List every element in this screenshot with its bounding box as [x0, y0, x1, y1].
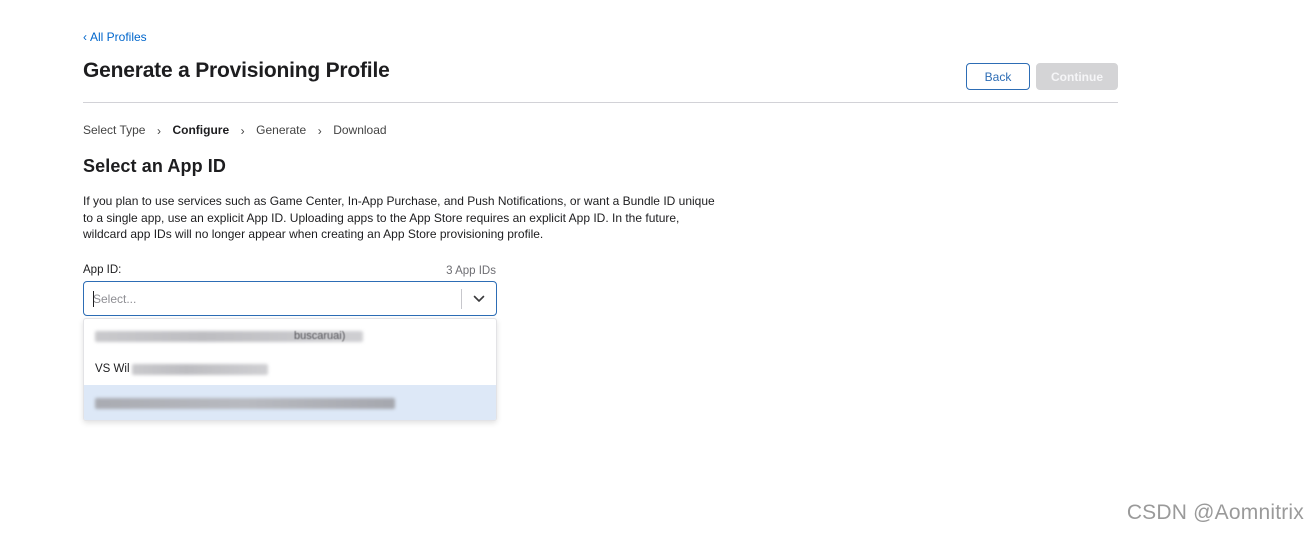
step-generate: Generate — [256, 123, 307, 137]
watermark: CSDN @Aomnitrix — [1126, 501, 1304, 524]
all-profiles-link[interactable]: ‹ All Profiles — [83, 30, 147, 44]
page-title: Generate a Provisioning Profile — [83, 59, 390, 82]
header-divider — [83, 102, 1118, 103]
app-id-select[interactable] — [83, 281, 497, 316]
app-id-search-input[interactable] — [84, 282, 461, 315]
section-description: If you plan to use services such as Game… — [83, 193, 743, 243]
continue-button[interactable]: Continue — [1036, 63, 1118, 90]
step-breadcrumb: Select Type › Configure › Generate › Dow… — [83, 123, 387, 138]
all-profiles-link-label: All Profiles — [90, 30, 147, 44]
step-download: Download — [333, 123, 387, 137]
back-button[interactable]: Back — [966, 63, 1030, 90]
section-title: Select an App ID — [83, 156, 226, 176]
chevron-left-icon: ‹ — [83, 30, 87, 44]
description-line: wildcard app IDs will no longer appear w… — [83, 227, 544, 241]
description-line: to a single app, use an explicit App ID.… — [83, 210, 680, 225]
step-select-type: Select Type — [83, 123, 146, 137]
text-caret — [93, 291, 94, 307]
redacted-text — [131, 363, 268, 375]
chevron-right-icon: › — [317, 124, 322, 138]
app-id-count: 3 App IDs — [446, 265, 496, 277]
app-id-option[interactable]: buscaruai) — [84, 319, 496, 353]
app-id-option-highlighted[interactable] — [84, 385, 496, 420]
app-id-option[interactable]: VS Wil — [84, 352, 496, 386]
option-label: VS Wil — [95, 363, 130, 375]
redacted-text — [95, 398, 395, 409]
chevron-right-icon: › — [156, 124, 161, 138]
step-configure: Configure — [172, 123, 230, 137]
chevron-down-icon[interactable] — [462, 282, 496, 315]
option-tail-text: buscaruai) — [294, 330, 346, 342]
description-line: If you plan to use services such as Game… — [83, 194, 715, 208]
chevron-right-icon: › — [240, 124, 245, 138]
app-id-label: App ID: — [83, 264, 122, 276]
app-id-dropdown-menu: buscaruai) VS Wil — [83, 318, 497, 421]
